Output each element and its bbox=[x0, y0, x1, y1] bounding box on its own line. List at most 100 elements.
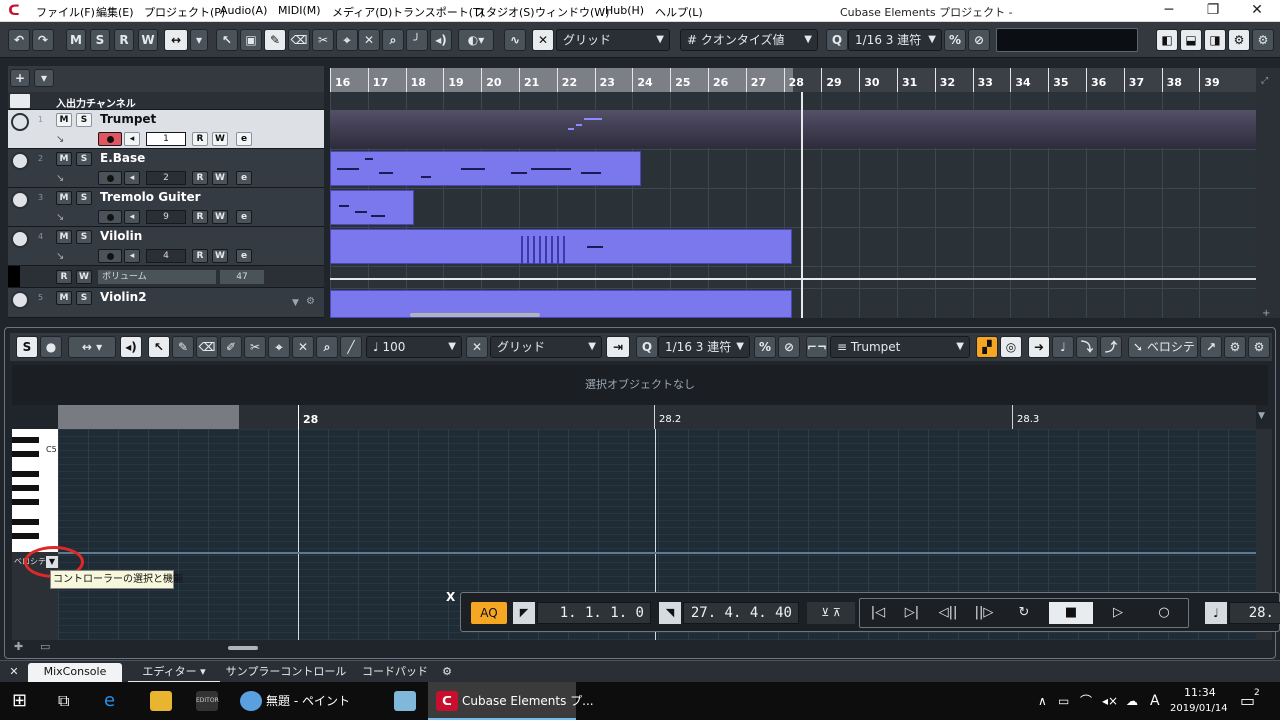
notification-icon[interactable]: ▭ bbox=[1240, 682, 1255, 720]
track-mute-button[interactable]: M bbox=[56, 191, 72, 205]
track-edit-button[interactable]: e bbox=[236, 171, 252, 185]
iterative-icon[interactable]: ⊘ bbox=[778, 336, 800, 358]
menu-window[interactable]: ウィンドウ(W) bbox=[535, 4, 609, 20]
right-locator-field[interactable]: 27. 4. 4. 40 bbox=[683, 602, 799, 624]
setup-window-icon[interactable]: ⚙ bbox=[1224, 336, 1246, 358]
track-solo-button[interactable]: S bbox=[76, 230, 92, 244]
autoscroll-editor-icon[interactable]: ↔ ▾ bbox=[68, 336, 116, 358]
auto-fade-icon[interactable]: ∿ bbox=[504, 29, 526, 51]
line-tool-icon[interactable]: ╯ bbox=[406, 29, 428, 51]
edit-instrument-icon[interactable]: ↘ bbox=[56, 212, 64, 223]
horizontal-scrollbar[interactable] bbox=[410, 313, 540, 317]
grid-type-select[interactable]: グリッド ▼ bbox=[490, 336, 602, 358]
split-tool-icon[interactable]: ✂ bbox=[244, 336, 266, 358]
track-read-button[interactable]: R bbox=[192, 210, 208, 224]
iterative-icon[interactable]: ⊘ bbox=[968, 29, 990, 51]
ruler-menu-icon[interactable]: ▼ bbox=[1258, 411, 1265, 421]
close-button[interactable]: ✕ bbox=[1236, 0, 1278, 22]
editor-horizontal-scrollbar[interactable] bbox=[228, 646, 258, 650]
task-view-icon[interactable]: ⧉ bbox=[58, 682, 69, 720]
taskbar-time[interactable]: 11:34 bbox=[1184, 686, 1216, 699]
close-lower-zone-icon[interactable]: ✕ bbox=[6, 663, 22, 683]
tabs-settings-icon[interactable]: ⚙ bbox=[438, 663, 456, 683]
play-icon[interactable]: ▷ bbox=[1101, 602, 1135, 624]
monitor-icon[interactable]: ◂ bbox=[124, 249, 140, 263]
windows-start-icon[interactable]: ⊞ bbox=[12, 682, 27, 720]
zoom-tool-icon[interactable]: ⌕ bbox=[316, 336, 338, 358]
mute-tool-icon[interactable]: ✕ bbox=[358, 29, 380, 51]
autoscroll-menu-icon[interactable]: ▾ bbox=[190, 29, 208, 51]
ime-indicator[interactable]: A bbox=[1150, 682, 1160, 720]
stop-icon[interactable]: ■ bbox=[1049, 602, 1093, 624]
add-lane-icon[interactable]: ✚ bbox=[14, 640, 23, 653]
track-read-button[interactable]: R bbox=[192, 171, 208, 185]
mute-button[interactable]: M bbox=[66, 29, 86, 51]
erase-tool-icon[interactable]: ⌫ bbox=[288, 29, 310, 51]
track-name[interactable]: Trumpet bbox=[100, 112, 156, 126]
track-read-button[interactable]: R bbox=[192, 132, 208, 146]
menu-hub[interactable]: Hub(H) bbox=[605, 4, 644, 17]
rewind-icon[interactable]: ◁|| bbox=[931, 602, 965, 624]
menu-project[interactable]: プロジェクト(P) bbox=[144, 4, 225, 20]
tracklist-settings-icon[interactable]: ⚙ bbox=[306, 296, 315, 307]
range-select-icon[interactable]: ▣ bbox=[240, 29, 262, 51]
track-menu-icon[interactable]: ▾ bbox=[34, 69, 54, 87]
quantize-icon[interactable]: Q bbox=[636, 336, 658, 358]
add-track-button[interactable]: + bbox=[10, 69, 30, 87]
position-field[interactable]: 28. bbox=[1229, 602, 1280, 624]
track-mute-button[interactable]: M bbox=[56, 230, 72, 244]
record-enable-button[interactable] bbox=[98, 171, 122, 185]
undo-icon[interactable]: ↶ bbox=[8, 29, 30, 51]
quantize-type-select[interactable]: # クオンタイズ値 ▼ bbox=[680, 29, 818, 51]
autoscroll-icon[interactable]: ↔ bbox=[164, 29, 188, 51]
track-violin2[interactable]: 5 M S Violin2 ▼ ⚙ bbox=[8, 288, 324, 318]
track-edit-button[interactable]: e bbox=[236, 210, 252, 224]
wifi-icon[interactable]: ⌒ bbox=[1080, 682, 1092, 720]
violin2-part[interactable] bbox=[330, 290, 792, 318]
edge-icon[interactable]: e bbox=[104, 682, 115, 720]
quantize-icon[interactable]: Q bbox=[826, 29, 848, 51]
zoom-in-icon[interactable]: + bbox=[1262, 308, 1270, 319]
track-write-button[interactable]: W bbox=[212, 171, 228, 185]
indicate-transpositions-icon[interactable]: ▞ bbox=[976, 336, 998, 358]
open-window-icon[interactable]: ↗ bbox=[1200, 336, 1222, 358]
solo-editor-icon[interactable]: S bbox=[16, 336, 38, 358]
record-enable-button[interactable] bbox=[98, 132, 122, 146]
track-mute-button[interactable]: M bbox=[56, 291, 72, 305]
track-mute-button[interactable]: M bbox=[56, 152, 72, 166]
scroll-down-icon[interactable]: ▼ bbox=[292, 298, 299, 308]
automation-lane-volume[interactable]: R W ボリューム 47 bbox=[8, 266, 324, 288]
track-name[interactable]: Violin2 bbox=[100, 290, 147, 304]
snap-icon[interactable]: ✕ bbox=[532, 29, 554, 51]
monitor-icon[interactable]: ◂ bbox=[124, 171, 140, 185]
track-select[interactable]: ≡ Trumpet ▼ bbox=[830, 336, 970, 358]
tremolo-guiter-part[interactable] bbox=[330, 190, 414, 225]
edit-instrument-icon[interactable]: ↘ bbox=[56, 134, 64, 145]
snap-icon[interactable]: ✕ bbox=[466, 336, 488, 358]
tempo-icon[interactable]: ♩ bbox=[1205, 602, 1227, 624]
minimize-button[interactable]: ─ bbox=[1148, 0, 1190, 22]
track-name[interactable]: Tremolo Guiter bbox=[100, 190, 201, 204]
glue-tool-icon[interactable]: ⌖ bbox=[336, 29, 358, 51]
left-locator-field[interactable]: 1. 1. 1. 0 bbox=[537, 602, 651, 624]
play-tool-icon[interactable]: ◂) bbox=[430, 29, 452, 51]
playhead-cursor[interactable] bbox=[801, 92, 803, 318]
insert-velocity-select[interactable]: ♩ 100 ▼ bbox=[366, 336, 462, 358]
edit-instrument-icon[interactable]: ↘ bbox=[56, 173, 64, 184]
monitor-icon[interactable]: ◂ bbox=[124, 210, 140, 224]
swing-icon[interactable]: % bbox=[944, 29, 966, 51]
settings-gear-icon[interactable]: ⚙ bbox=[1252, 29, 1274, 51]
object-select-icon[interactable]: ↖ bbox=[216, 29, 238, 51]
piano-keyboard[interactable]: C5 bbox=[12, 429, 58, 552]
track-solo-button[interactable]: S bbox=[76, 291, 92, 305]
notepad-icon[interactable] bbox=[394, 691, 416, 711]
write-button[interactable]: W bbox=[138, 29, 158, 51]
vilolin-part[interactable] bbox=[330, 229, 792, 264]
lane-preset-icon[interactable]: ▭ bbox=[40, 640, 50, 653]
menu-file[interactable]: ファイル(F) bbox=[36, 4, 95, 20]
menu-audio[interactable]: Audio(A) bbox=[220, 4, 267, 17]
editor-app-icon[interactable]: EDITOR bbox=[196, 691, 219, 711]
taskbar-paint[interactable]: 無題 - ペイント bbox=[266, 682, 350, 720]
right-locator-icon[interactable]: ◥ bbox=[659, 602, 681, 624]
taskbar-cubase[interactable]: Cubase Elements プ... bbox=[462, 682, 594, 720]
